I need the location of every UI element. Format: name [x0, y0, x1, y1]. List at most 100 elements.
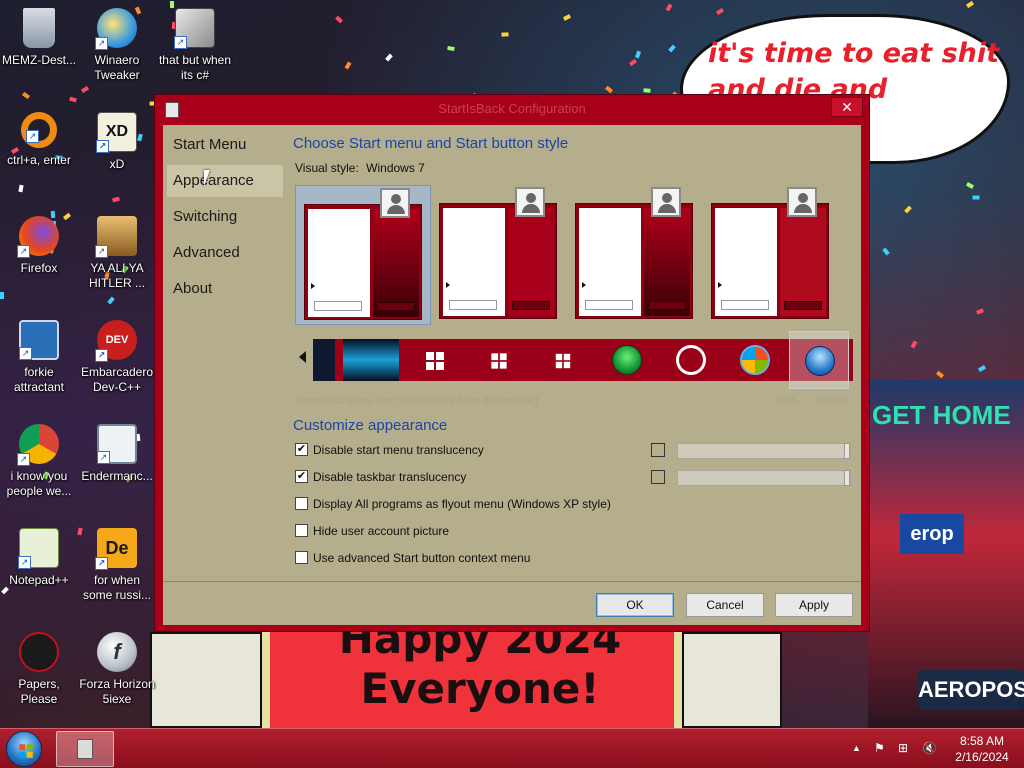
- windows-logo-icon: [555, 353, 571, 369]
- add-orb-button[interactable]: Add...: [775, 395, 804, 407]
- scroll-left-arrow-icon[interactable]: [299, 351, 306, 363]
- nav-item-about[interactable]: About: [167, 273, 283, 305]
- apply-button[interactable]: Apply: [775, 593, 853, 617]
- desktop-icon-ya-ali[interactable]: ↗ YA ALI YA HITLER ...: [78, 216, 156, 291]
- orb-option-win10[interactable]: [473, 339, 523, 381]
- checkbox[interactable]: ✔: [295, 470, 308, 483]
- desktop-icon-endermanch[interactable]: ↗ Endermanc...: [78, 424, 156, 484]
- close-button[interactable]: ✕: [831, 97, 863, 117]
- desktop-icon-label: Embarcadero Dev-C++: [80, 365, 154, 394]
- gear-monitor-icon: ↗: [19, 320, 59, 360]
- flash-player-icon: f: [97, 632, 137, 672]
- stacked-windows-icon: ↗: [174, 8, 215, 49]
- start-menu-style-option-3[interactable]: [567, 185, 703, 325]
- option-label: Hide user account picture: [313, 524, 450, 538]
- option-label: Display All programs as flyout menu (Win…: [313, 497, 611, 511]
- windows-logo-icon: [426, 352, 444, 370]
- download-orbs-link[interactable]: Download more start button orbs from dev…: [295, 395, 540, 407]
- orb-option-win7-selected[interactable]: [789, 331, 849, 389]
- orb-option-blue-glow[interactable]: [343, 339, 399, 381]
- slider-thumb[interactable]: [844, 470, 850, 486]
- desktop-icon-for-when-some-russian[interactable]: De ↗ for when some russi...: [78, 528, 156, 603]
- checkbox[interactable]: [295, 524, 308, 537]
- orb-option-win10-small[interactable]: [537, 339, 587, 381]
- desktop-icon-firefox[interactable]: ↗ Firefox: [0, 216, 78, 276]
- confetti-piece: [385, 53, 393, 62]
- confetti-piece: [965, 182, 975, 189]
- slider-thumb[interactable]: [844, 443, 850, 459]
- windows-logo-icon: [19, 744, 33, 758]
- nav-item-start-menu[interactable]: Start Menu: [167, 129, 283, 161]
- confetti-piece: [447, 45, 455, 52]
- winaero-tweaker-icon: ↗: [95, 8, 137, 50]
- desktop-icon-that-but-when-its-csharp[interactable]: ↗ that but when its c#: [156, 8, 234, 83]
- start-menu-preview: [304, 204, 422, 320]
- nav-item-switching[interactable]: Switching: [167, 201, 283, 233]
- show-hidden-icons-icon[interactable]: ▲: [852, 743, 861, 753]
- windows-ring-orb-icon: [676, 345, 706, 375]
- desktop-icon-label: xD: [109, 157, 125, 171]
- start-menu-style-option-1[interactable]: [295, 185, 431, 325]
- desktop-icon-papers-please[interactable]: Papers, Please: [0, 632, 78, 707]
- desktop-icon-label: for when some russi...: [82, 573, 151, 602]
- checkbox[interactable]: ✔: [295, 443, 308, 456]
- orb-option-win8-white[interactable]: [409, 339, 459, 381]
- desktop-icon-memz[interactable]: MEMZ-Dest...: [0, 8, 78, 68]
- translucency-start-menu-checkbox[interactable]: [651, 443, 665, 457]
- visual-style-caption: Visual style:: [295, 161, 359, 175]
- orb-option-partial[interactable]: [313, 339, 335, 381]
- checkbox[interactable]: [295, 497, 308, 510]
- app-icon: [77, 739, 93, 759]
- orb-option-white-ring[interactable]: [665, 339, 715, 381]
- nav-item-advanced[interactable]: Advanced: [167, 237, 283, 269]
- delete-orb-button[interactable]: Delete: [815, 395, 847, 407]
- clock[interactable]: 8:58 AM 2/16/2024: [944, 733, 1020, 765]
- desktop-icon-label: Firefox: [20, 261, 58, 275]
- start-menu-style-option-4[interactable]: [703, 185, 839, 325]
- option-label: Disable taskbar translucency: [313, 470, 467, 484]
- section-title-style: Choose Start menu and Start button style: [293, 135, 569, 152]
- mouse-cursor-icon: [204, 170, 216, 186]
- desktop-icon-ctrl-a-enter[interactable]: ↗ ctrl+a, enter: [0, 112, 78, 168]
- desktop-icon-xd[interactable]: XD ↗ xD: [78, 112, 156, 172]
- volume-muted-icon[interactable]: 🔇: [922, 741, 937, 755]
- orb-option-win7-blue[interactable]: [729, 339, 779, 381]
- start-menu-preview: [439, 203, 557, 319]
- confetti-piece: [972, 195, 980, 200]
- desktop-icon-label: forkie attractant: [13, 365, 65, 394]
- taskbar-translucency-slider[interactable]: [677, 470, 851, 486]
- desktop-icon-forkie-attractant[interactable]: ↗ forkie attractant: [0, 320, 78, 395]
- translucency-taskbar-checkbox[interactable]: [651, 470, 665, 484]
- cancel-button[interactable]: Cancel: [686, 593, 764, 617]
- confetti-piece: [0, 292, 4, 299]
- ok-button[interactable]: OK: [596, 593, 674, 617]
- confetti-piece: [910, 340, 918, 349]
- firefox-icon: ↗: [17, 216, 59, 258]
- nav-item-appearance[interactable]: Appearance: [167, 165, 283, 197]
- confetti-piece: [715, 7, 725, 16]
- confetti-piece: [562, 14, 572, 21]
- window-titlebar[interactable]: StartIsBack Configuration ✕: [155, 95, 869, 125]
- start-button[interactable]: [6, 731, 42, 767]
- wallpaper-billboard-gethome: GET HOME: [872, 400, 1011, 430]
- action-center-flag-icon[interactable]: ⚑: [874, 741, 885, 755]
- confetti-piece: [936, 370, 944, 379]
- taskbar-app-startisback[interactable]: [56, 731, 114, 767]
- desktop-icon-notepad-plus-plus[interactable]: ↗ Notepad++: [0, 528, 78, 588]
- desktop-icon-winaero-tweaker[interactable]: ↗ Winaero Tweaker: [78, 8, 156, 83]
- confetti-piece: [965, 0, 975, 9]
- confetti-piece: [18, 184, 24, 193]
- network-icon[interactable]: ⊞: [898, 741, 908, 755]
- wallpaper-sign-left-panel: [150, 632, 262, 728]
- checkbox[interactable]: [295, 551, 308, 564]
- start-menu-translucency-slider[interactable]: [677, 443, 851, 459]
- desktop-icon-i-know-you-people[interactable]: ↗ i know you people we...: [0, 424, 78, 499]
- desktop-icon-label: Forza Horizon 5iexe: [79, 677, 155, 706]
- start-menu-style-option-2[interactable]: [431, 185, 567, 325]
- desktop-icon-forza-horizon[interactable]: f Forza Horizon 5iexe: [78, 632, 156, 707]
- start-menu-preview: [575, 203, 693, 319]
- orb-option-clover[interactable]: [601, 339, 651, 381]
- section-title-customize: Customize appearance: [293, 417, 448, 434]
- confetti-piece: [977, 365, 987, 372]
- desktop-icon-embarcadero-devcpp[interactable]: DEV ↗ Embarcadero Dev-C++: [78, 320, 156, 395]
